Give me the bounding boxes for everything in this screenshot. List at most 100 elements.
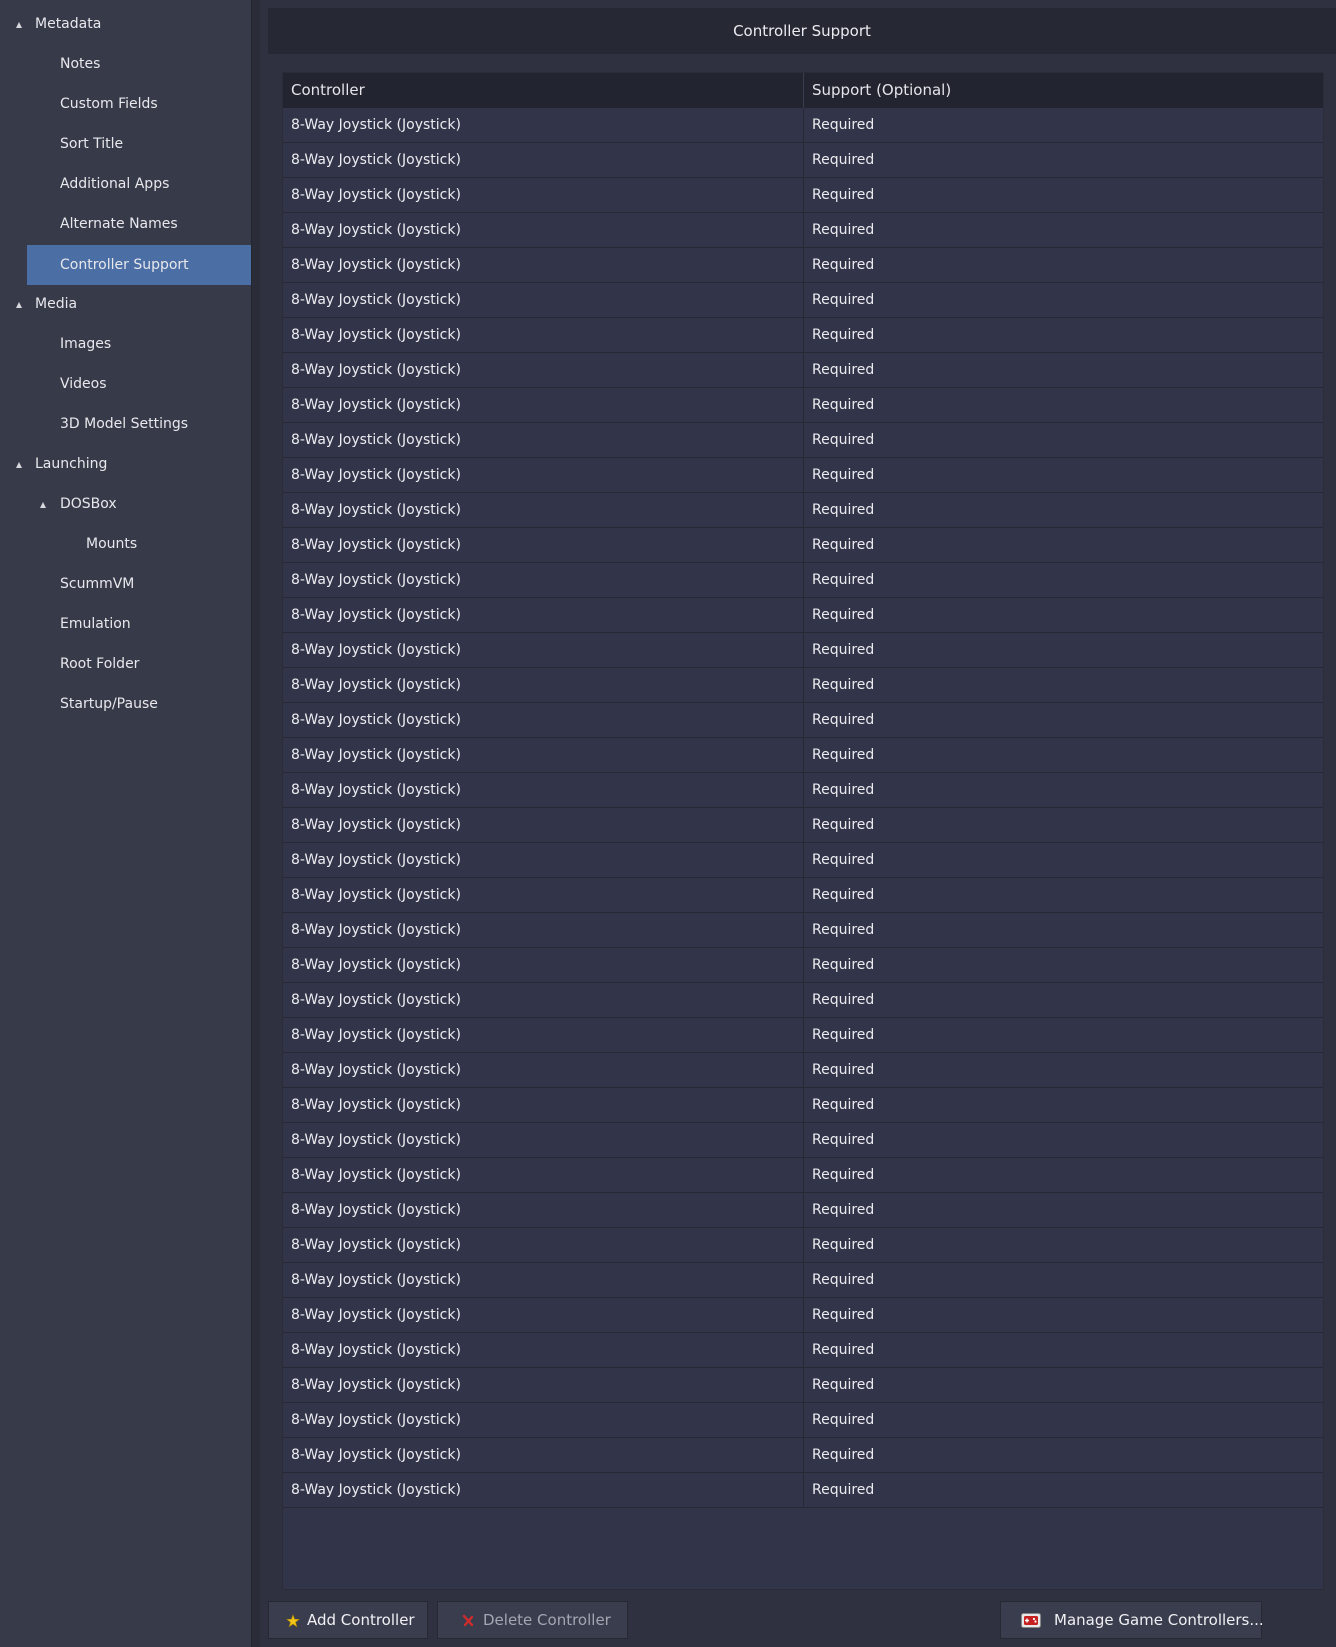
controller-cell[interactable]: 8-Way Joystick (Joystick)	[283, 1473, 804, 1507]
support-cell[interactable]: Required	[804, 1263, 1323, 1297]
table-row[interactable]: 8-Way Joystick (Joystick) Required	[283, 1403, 1323, 1438]
table-row[interactable]: 8-Way Joystick (Joystick) Required	[283, 703, 1323, 738]
controller-cell[interactable]: 8-Way Joystick (Joystick)	[283, 1298, 804, 1332]
support-cell[interactable]: Required	[804, 633, 1323, 667]
table-row[interactable]: 8-Way Joystick (Joystick) Required	[283, 528, 1323, 563]
support-cell[interactable]: Required	[804, 248, 1323, 282]
table-row[interactable]: 8-Way Joystick (Joystick) Required	[283, 1088, 1323, 1123]
column-header-support[interactable]: Support (Optional)	[804, 73, 1323, 108]
support-cell[interactable]: Required	[804, 843, 1323, 877]
controller-cell[interactable]: 8-Way Joystick (Joystick)	[283, 1088, 804, 1122]
support-cell[interactable]: Required	[804, 493, 1323, 527]
controller-cell[interactable]: 8-Way Joystick (Joystick)	[283, 773, 804, 807]
support-cell[interactable]: Required	[804, 1158, 1323, 1192]
table-row[interactable]: 8-Way Joystick (Joystick) Required	[283, 493, 1323, 528]
support-cell[interactable]: Required	[804, 1123, 1323, 1157]
controller-cell[interactable]: 8-Way Joystick (Joystick)	[283, 1158, 804, 1192]
support-cell[interactable]: Required	[804, 563, 1323, 597]
support-cell[interactable]: Required	[804, 178, 1323, 212]
support-cell[interactable]: Required	[804, 738, 1323, 772]
table-row[interactable]: 8-Way Joystick (Joystick) Required	[283, 1263, 1323, 1298]
table-row[interactable]: 8-Way Joystick (Joystick) Required	[283, 318, 1323, 353]
table-row[interactable]: 8-Way Joystick (Joystick) Required	[283, 1228, 1323, 1263]
controller-cell[interactable]: 8-Way Joystick (Joystick)	[283, 213, 804, 247]
controller-cell[interactable]: 8-Way Joystick (Joystick)	[283, 1263, 804, 1297]
table-row[interactable]: 8-Way Joystick (Joystick) Required	[283, 668, 1323, 703]
table-row[interactable]: 8-Way Joystick (Joystick) Required	[283, 948, 1323, 983]
support-cell[interactable]: Required	[804, 913, 1323, 947]
support-cell[interactable]: Required	[804, 388, 1323, 422]
table-row[interactable]: 8-Way Joystick (Joystick) Required	[283, 423, 1323, 458]
table-row[interactable]: 8-Way Joystick (Joystick) Required	[283, 808, 1323, 843]
support-cell[interactable]: Required	[804, 598, 1323, 632]
sidebar-item-images[interactable]: Images	[0, 325, 251, 363]
controller-cell[interactable]: 8-Way Joystick (Joystick)	[283, 108, 804, 142]
sidebar-item-metadata[interactable]: Metadata	[0, 5, 251, 43]
expand-arrow-icon[interactable]	[40, 502, 46, 508]
controller-cell[interactable]: 8-Way Joystick (Joystick)	[283, 1438, 804, 1472]
table-row[interactable]: 8-Way Joystick (Joystick) Required	[283, 598, 1323, 633]
controller-cell[interactable]: 8-Way Joystick (Joystick)	[283, 878, 804, 912]
controller-cell[interactable]: 8-Way Joystick (Joystick)	[283, 458, 804, 492]
controller-cell[interactable]: 8-Way Joystick (Joystick)	[283, 493, 804, 527]
table-row[interactable]: 8-Way Joystick (Joystick) Required	[283, 353, 1323, 388]
sidebar-item-emulation[interactable]: Emulation	[0, 605, 251, 643]
controller-cell[interactable]: 8-Way Joystick (Joystick)	[283, 808, 804, 842]
panel-splitter[interactable]	[252, 0, 260, 1647]
support-cell[interactable]: Required	[804, 1088, 1323, 1122]
sidebar-item-media[interactable]: Media	[0, 285, 251, 323]
support-cell[interactable]: Required	[804, 213, 1323, 247]
controller-cell[interactable]: 8-Way Joystick (Joystick)	[283, 1123, 804, 1157]
table-row[interactable]: 8-Way Joystick (Joystick) Required	[283, 1193, 1323, 1228]
table-row[interactable]: 8-Way Joystick (Joystick) Required	[283, 1298, 1323, 1333]
controller-cell[interactable]: 8-Way Joystick (Joystick)	[283, 1228, 804, 1262]
table-row[interactable]: 8-Way Joystick (Joystick) Required	[283, 913, 1323, 948]
table-row[interactable]: 8-Way Joystick (Joystick) Required	[283, 633, 1323, 668]
controller-cell[interactable]: 8-Way Joystick (Joystick)	[283, 1053, 804, 1087]
expand-arrow-icon[interactable]	[16, 22, 22, 28]
table-row[interactable]: 8-Way Joystick (Joystick) Required	[283, 143, 1323, 178]
add-controller-button[interactable]: Add Controller	[268, 1601, 428, 1639]
support-cell[interactable]: Required	[804, 1193, 1323, 1227]
support-cell[interactable]: Required	[804, 143, 1323, 177]
sidebar-item-sort-title[interactable]: Sort Title	[0, 125, 251, 163]
sidebar-item-custom-fields[interactable]: Custom Fields	[0, 85, 251, 123]
controller-cell[interactable]: 8-Way Joystick (Joystick)	[283, 948, 804, 982]
controller-cell[interactable]: 8-Way Joystick (Joystick)	[283, 1333, 804, 1367]
support-cell[interactable]: Required	[804, 773, 1323, 807]
sidebar-item-controller-support[interactable]: Controller Support	[27, 245, 251, 285]
controller-cell[interactable]: 8-Way Joystick (Joystick)	[283, 528, 804, 562]
table-row[interactable]: 8-Way Joystick (Joystick) Required	[283, 1018, 1323, 1053]
sidebar-item-root-folder[interactable]: Root Folder	[0, 645, 251, 683]
table-row[interactable]: 8-Way Joystick (Joystick) Required	[283, 563, 1323, 598]
sidebar-item-dosbox[interactable]: DOSBox	[0, 485, 251, 523]
controller-cell[interactable]: 8-Way Joystick (Joystick)	[283, 1018, 804, 1052]
support-cell[interactable]: Required	[804, 528, 1323, 562]
support-cell[interactable]: Required	[804, 108, 1323, 142]
controller-cell[interactable]: 8-Way Joystick (Joystick)	[283, 143, 804, 177]
table-row[interactable]: 8-Way Joystick (Joystick) Required	[283, 1438, 1323, 1473]
table-row[interactable]: 8-Way Joystick (Joystick) Required	[283, 388, 1323, 423]
table-row[interactable]: 8-Way Joystick (Joystick) Required	[283, 1053, 1323, 1088]
controller-cell[interactable]: 8-Way Joystick (Joystick)	[283, 178, 804, 212]
table-row[interactable]: 8-Way Joystick (Joystick) Required	[283, 983, 1323, 1018]
expand-arrow-icon[interactable]	[16, 462, 22, 468]
controller-cell[interactable]: 8-Way Joystick (Joystick)	[283, 843, 804, 877]
controller-cell[interactable]: 8-Way Joystick (Joystick)	[283, 913, 804, 947]
sidebar-item-alternate-names[interactable]: Alternate Names	[0, 205, 251, 243]
controller-cell[interactable]: 8-Way Joystick (Joystick)	[283, 353, 804, 387]
table-row[interactable]: 8-Way Joystick (Joystick) Required	[283, 213, 1323, 248]
sidebar-item-3d-model-settings[interactable]: 3D Model Settings	[0, 405, 251, 443]
support-cell[interactable]: Required	[804, 1333, 1323, 1367]
controller-cell[interactable]: 8-Way Joystick (Joystick)	[283, 1403, 804, 1437]
table-row[interactable]: 8-Way Joystick (Joystick) Required	[283, 1368, 1323, 1403]
sidebar-item-videos[interactable]: Videos	[0, 365, 251, 403]
table-row[interactable]: 8-Way Joystick (Joystick) Required	[283, 178, 1323, 213]
support-cell[interactable]: Required	[804, 318, 1323, 352]
support-cell[interactable]: Required	[804, 353, 1323, 387]
support-cell[interactable]: Required	[804, 983, 1323, 1017]
support-cell[interactable]: Required	[804, 703, 1323, 737]
controller-cell[interactable]: 8-Way Joystick (Joystick)	[283, 1368, 804, 1402]
support-cell[interactable]: Required	[804, 878, 1323, 912]
controller-cell[interactable]: 8-Way Joystick (Joystick)	[283, 248, 804, 282]
